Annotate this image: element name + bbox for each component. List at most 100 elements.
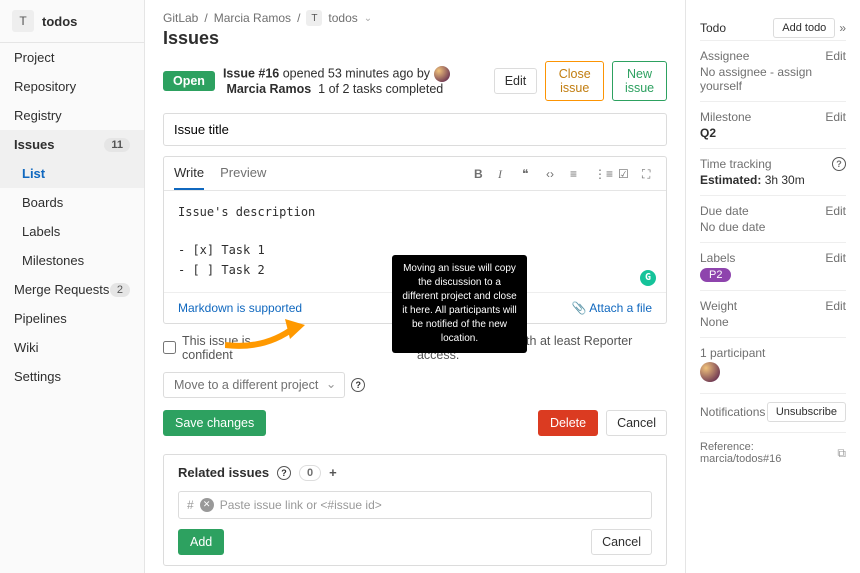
add-related-icon[interactable]: + — [329, 465, 337, 480]
add-related-button[interactable]: Add — [178, 529, 224, 555]
sidebar-project-header[interactable]: T todos — [0, 0, 144, 43]
code-icon[interactable]: ‹› — [546, 167, 560, 181]
time-tracking-label: Time tracking — [700, 157, 772, 171]
tab-write[interactable]: Write — [174, 157, 204, 190]
estimated-label: Estimated: — [700, 173, 761, 187]
cancel-related-button[interactable]: Cancel — [591, 529, 652, 555]
editor-toolbar: B I ❝ ‹› ≡ ⋮≡ ☑ ⛶ — [474, 157, 656, 190]
author-avatar — [434, 66, 450, 82]
sidebar-sub-list[interactable]: List — [0, 159, 144, 188]
move-tooltip: Moving an issue will copy the discussion… — [392, 255, 527, 353]
status-badge: Open — [163, 71, 215, 91]
list-ul-icon[interactable]: ≡ — [570, 167, 584, 181]
author-name[interactable]: Marcia Ramos — [226, 82, 311, 96]
assignee-label: Assignee — [700, 49, 749, 63]
sidebar-sub-labels[interactable]: Labels — [0, 217, 144, 246]
related-count-badge: 0 — [299, 465, 321, 481]
pointer-arrow — [225, 315, 305, 355]
sidebar-item-wiki[interactable]: Wiki — [0, 333, 144, 362]
bold-icon[interactable]: B — [474, 167, 488, 181]
sidebar-item-issues[interactable]: Issues11 — [0, 130, 144, 159]
page-title: Issues — [163, 28, 667, 49]
copy-icon[interactable]: ⧉ — [837, 446, 846, 461]
participant-avatar[interactable] — [700, 362, 720, 382]
breadcrumb-root[interactable]: GitLab — [163, 11, 198, 25]
add-todo-button[interactable]: Add todo — [773, 18, 835, 38]
reference-text: Reference: marcia/todos#16 — [700, 441, 837, 465]
right-sidebar: Todo Add todo » Assignee Edit No assigne… — [685, 0, 860, 573]
sidebar-item-merge-requests[interactable]: Merge Requests2 — [0, 275, 144, 304]
help-icon[interactable]: ? — [277, 466, 291, 480]
edit-milestone[interactable]: Edit — [825, 110, 846, 124]
edit-weight[interactable]: Edit — [825, 299, 846, 313]
sidebar-item-project[interactable]: Project — [0, 43, 144, 72]
markdown-help-link[interactable]: Markdown is supported — [178, 301, 302, 315]
project-avatar: T — [12, 10, 34, 32]
milestone-value[interactable]: Q2 — [700, 126, 846, 140]
breadcrumb: GitLab / Marcia Ramos / T todos ⌄ — [163, 10, 667, 26]
badge: 2 — [110, 283, 130, 297]
attach-file-link[interactable]: 📎 Attach a file — [572, 301, 652, 315]
milestone-label: Milestone — [700, 110, 751, 124]
notifications-label: Notifications — [700, 405, 765, 419]
project-name: todos — [42, 14, 77, 29]
assignee-value[interactable]: No assignee - assign yourself — [700, 65, 846, 93]
clear-icon[interactable]: ✕ — [200, 498, 214, 512]
move-project-select[interactable]: Move to a different project — [163, 372, 345, 398]
issue-status-row: Open Issue #16 opened 53 minutes ago by … — [163, 61, 667, 101]
new-issue-button[interactable]: New issue — [612, 61, 667, 101]
badge: 11 — [104, 138, 130, 152]
fullscreen-icon[interactable]: ⛶ — [642, 167, 656, 181]
related-issues-title: Related issues — [178, 465, 269, 480]
breadcrumb-project[interactable]: todos — [328, 11, 357, 25]
hash-icon: # — [187, 498, 194, 512]
delete-button[interactable]: Delete — [538, 410, 598, 436]
issue-number: Issue #16 — [223, 66, 279, 80]
edit-button[interactable]: Edit — [494, 68, 538, 94]
help-icon[interactable]: ? — [351, 378, 365, 392]
weight-value: None — [700, 315, 846, 329]
close-issue-button[interactable]: Close issue — [545, 61, 604, 101]
participants-label: 1 participant — [700, 346, 765, 360]
todo-label: Todo — [700, 21, 726, 35]
edit-due-date[interactable]: Edit — [825, 204, 846, 218]
task-list-icon[interactable]: ☑ — [618, 167, 632, 181]
quote-icon[interactable]: ❝ — [522, 167, 536, 181]
labels-label: Labels — [700, 251, 735, 265]
unsubscribe-button[interactable]: Unsubscribe — [767, 402, 846, 422]
collapse-sidebar-icon[interactable]: » — [839, 21, 846, 35]
weight-label: Weight — [700, 299, 737, 313]
edit-labels[interactable]: Edit — [825, 251, 846, 265]
sidebar-item-registry[interactable]: Registry — [0, 101, 144, 130]
cancel-button[interactable]: Cancel — [606, 410, 667, 436]
sidebar-item-pipelines[interactable]: Pipelines — [0, 304, 144, 333]
help-icon[interactable]: ? — [832, 157, 846, 171]
related-issues-panel: Related issues ? 0 + # ✕ Paste issue lin… — [163, 454, 667, 566]
sidebar-item-repository[interactable]: Repository — [0, 72, 144, 101]
sidebar-sub-boards[interactable]: Boards — [0, 188, 144, 217]
sidebar-item-settings[interactable]: Settings — [0, 362, 144, 391]
attach-icon: 📎 — [572, 301, 587, 315]
sidebar: T todos ProjectRepositoryRegistryIssues1… — [0, 0, 145, 573]
save-button[interactable]: Save changes — [163, 410, 266, 436]
tasks-complete: 1 of 2 tasks completed — [318, 82, 443, 96]
issue-title-input[interactable] — [163, 113, 667, 146]
opened-text: opened 53 minutes ago by — [279, 66, 433, 80]
chevron-down-icon[interactable]: ⌄ — [364, 13, 372, 24]
list-ol-icon[interactable]: ⋮≡ — [594, 167, 608, 181]
due-date-label: Due date — [700, 204, 749, 218]
label-p2[interactable]: P2 — [700, 268, 731, 282]
due-date-value: No due date — [700, 220, 846, 234]
tab-preview[interactable]: Preview — [220, 157, 266, 190]
breadcrumb-user[interactable]: Marcia Ramos — [214, 11, 291, 25]
main-content: GitLab / Marcia Ramos / T todos ⌄ Issues… — [145, 0, 685, 573]
confidential-checkbox[interactable] — [163, 341, 176, 354]
breadcrumb-project-avatar: T — [306, 10, 322, 26]
sidebar-sub-milestones[interactable]: Milestones — [0, 246, 144, 275]
edit-assignee[interactable]: Edit — [825, 49, 846, 63]
related-placeholder: Paste issue link or <#issue id> — [220, 498, 382, 512]
grammarly-icon[interactable]: G — [640, 270, 656, 286]
related-issue-input[interactable]: # ✕ Paste issue link or <#issue id> — [178, 491, 652, 519]
estimated-value: 3h 30m — [761, 173, 804, 187]
italic-icon[interactable]: I — [498, 167, 512, 181]
